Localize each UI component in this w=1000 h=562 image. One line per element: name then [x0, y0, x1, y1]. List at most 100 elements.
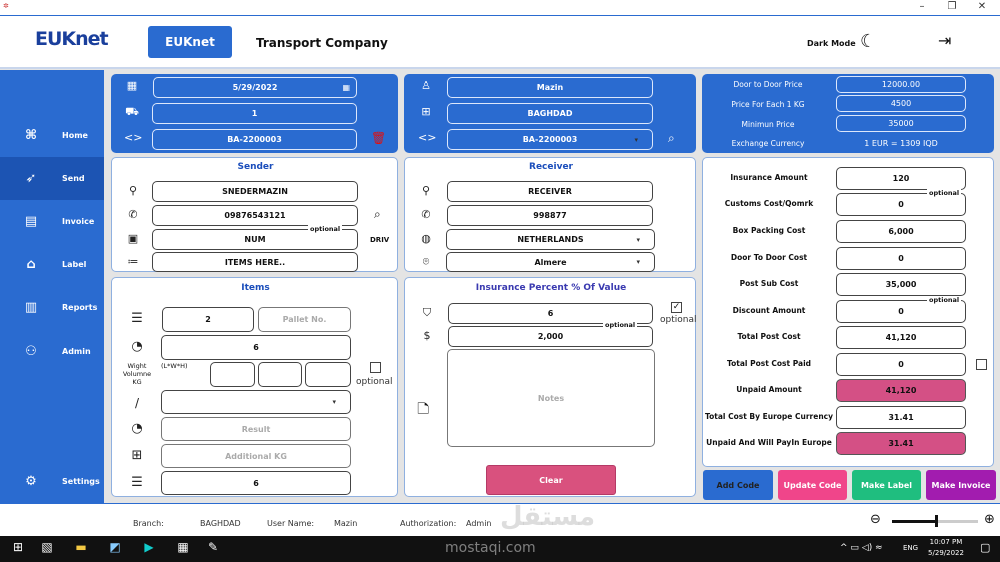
language-indicator[interactable]: ENG — [903, 544, 918, 552]
divisor-select[interactable] — [161, 390, 351, 414]
calendar-icon[interactable]: ▦ — [342, 83, 350, 92]
add-code-button[interactable]: Add Code — [703, 470, 773, 500]
item-count-field[interactable]: 2 — [162, 307, 254, 332]
trash-icon[interactable]: 🗑 — [371, 131, 386, 145]
insurance-value-field[interactable]: 2,000 — [448, 326, 653, 347]
city-select[interactable]: Almere — [446, 252, 655, 272]
pricing-panel: Door to Door Price 12000.00 Price For Ea… — [702, 74, 994, 153]
cost-field[interactable]: 41,120 — [836, 326, 966, 349]
header: EUKnet EUKnet Transport Company Dark Mod… — [0, 15, 1000, 69]
cost-field[interactable]: 35,000 — [836, 273, 966, 296]
zoom-slider-thumb[interactable] — [935, 515, 938, 527]
per-kg-field[interactable]: 4500 — [836, 95, 966, 112]
length-field[interactable] — [210, 362, 255, 387]
plus-box-icon: ⊞ — [131, 448, 143, 463]
code-field[interactable]: BA-2200003 — [152, 129, 357, 150]
cost-field[interactable]: 31.41 — [836, 432, 966, 455]
total-kg-field[interactable]: 6 — [161, 471, 351, 495]
cost-field[interactable]: 41,120 — [836, 379, 966, 402]
volume-checkbox[interactable] — [370, 362, 381, 373]
make-invoice-button[interactable]: Make Invoice — [926, 470, 996, 500]
watermark-text: mostaqi.com — [445, 540, 536, 556]
insurance-checkbox[interactable]: ✓ — [671, 302, 682, 313]
media-player-icon[interactable]: ▶ — [139, 540, 159, 558]
clock-time[interactable]: 10:07 PM — [928, 538, 964, 546]
min-price-field[interactable]: 35000 — [836, 115, 966, 132]
cost-label: Customs Cost/Qomrk — [724, 199, 814, 208]
cost-label: Unpaid Amount — [736, 385, 802, 394]
door-to-door-label: Door to Door Price — [733, 80, 803, 89]
width-field[interactable] — [258, 362, 302, 387]
sidebar-item-label: Home — [62, 131, 88, 140]
sidebar-item-home[interactable]: ⌘ Home — [0, 114, 104, 157]
close-button[interactable]: ✕ — [972, 1, 992, 12]
send-icon: ➶ — [25, 171, 37, 186]
sidebar: ⌘ Home ➶ Send ▤ Invoice ⌂ Label ▥ Reports ⚇ Ad… — [0, 70, 104, 503]
clear-button[interactable]: Clear — [486, 465, 616, 495]
result-field[interactable]: Result — [161, 417, 351, 441]
clock-date[interactable]: 5/29/2022 — [924, 549, 968, 557]
search-icon[interactable]: ⌕ — [668, 131, 675, 146]
app-icon[interactable]: ▧ — [37, 540, 57, 558]
code-select[interactable]: BA-2200003 — [447, 129, 653, 150]
sender-items-field[interactable]: ITEMS HERE.. — [152, 252, 358, 272]
update-code-button[interactable]: Update Code — [778, 470, 847, 500]
sidebar-item-label: Admin — [62, 347, 91, 356]
sidebar-item-settings[interactable]: ⚙ Settings — [0, 460, 104, 503]
paid-checkbox[interactable] — [976, 359, 987, 370]
cost-field[interactable]: 6,000 — [836, 220, 966, 243]
sidebar-item-invoice[interactable]: ▤ Invoice — [0, 200, 104, 243]
weight-field[interactable]: 6 — [161, 335, 351, 360]
branch-field[interactable]: BAGHDAD — [447, 103, 653, 124]
sender-panel: Sender ⚲ SNEDERMAZIN ✆ 09876543121 ⌕ ▣ N… — [111, 157, 398, 272]
cost-field[interactable]: 120 — [836, 167, 966, 190]
app-icon[interactable]: ▦ — [173, 540, 193, 558]
tray-icons[interactable]: ^ ▭ ◁) ≈ — [840, 543, 883, 553]
sidebar-item-label-nav[interactable]: ⌂ Label — [0, 243, 104, 286]
door-to-door-field[interactable]: 12000.00 — [836, 76, 966, 93]
cost-label: Total Cost By Europe Currency — [704, 412, 834, 421]
maximize-button[interactable]: ❐ — [942, 1, 962, 12]
receiver-phone-field[interactable]: 998877 — [447, 205, 653, 226]
status-bar: Branch: BAGHDAD User Name: Mazin Authori… — [0, 502, 1000, 536]
app-icon[interactable]: ◩ — [105, 540, 125, 558]
additional-kg-field[interactable]: Additional KG — [161, 444, 351, 468]
zoom-slider[interactable] — [892, 515, 978, 527]
id-card-icon: ▣ — [127, 232, 139, 245]
minimize-button[interactable]: – — [912, 1, 932, 12]
notes-textarea[interactable]: Notes — [447, 349, 655, 447]
cost-field[interactable]: 0 — [836, 353, 966, 376]
optional-label: optional — [927, 296, 962, 304]
make-label-button[interactable]: Make Label — [852, 470, 921, 500]
cost-field[interactable]: 0 — [836, 247, 966, 270]
admin-icon: ⚇ — [25, 344, 37, 359]
user-field[interactable]: Mazin — [447, 77, 653, 98]
file-explorer-icon[interactable]: ▬ — [71, 540, 91, 558]
sidebar-item-send[interactable]: ➶ Send — [0, 157, 104, 200]
optional-label: optional — [660, 315, 697, 325]
cost-field[interactable]: 31.41 — [836, 406, 966, 429]
sender-name-field[interactable]: SNEDERMAZIN — [152, 181, 358, 202]
vehicle-field[interactable]: 1 — [152, 103, 357, 124]
shipment-panel: ▦ 5/29/2022 ▦ ⛟ 1 <> BA-2200003 🗑 — [111, 74, 398, 153]
date-picker[interactable]: 5/29/2022 ▦ — [153, 77, 357, 98]
windows-start-icon[interactable]: ⊞ — [8, 540, 28, 558]
paint-icon[interactable]: ✎ — [203, 540, 223, 558]
brand-button[interactable]: EUKnet — [148, 26, 232, 58]
zoom-out-icon[interactable]: ⊖ — [870, 512, 881, 527]
sender-phone-field[interactable]: 09876543121 — [152, 205, 358, 226]
list-icon: ☰ — [131, 311, 143, 326]
logout-icon[interactable]: ⇥ — [938, 31, 951, 50]
search-icon[interactable]: ⌕ — [374, 207, 381, 222]
zoom-in-icon[interactable]: ⊕ — [984, 512, 995, 527]
location-pin-icon: ⌾ — [422, 255, 430, 268]
receiver-name-field[interactable]: RECEIVER — [447, 181, 653, 202]
moon-icon[interactable]: ☾ — [860, 31, 876, 52]
dollar-icon: $ — [423, 329, 431, 342]
notification-icon[interactable]: ▢ — [980, 541, 990, 554]
country-select[interactable]: NETHERLANDS — [446, 229, 655, 250]
sidebar-item-admin[interactable]: ⚇ Admin — [0, 330, 104, 373]
pallet-no-field[interactable]: Pallet No. — [258, 307, 351, 332]
sidebar-item-reports[interactable]: ▥ Reports — [0, 286, 104, 329]
height-field[interactable] — [305, 362, 351, 387]
